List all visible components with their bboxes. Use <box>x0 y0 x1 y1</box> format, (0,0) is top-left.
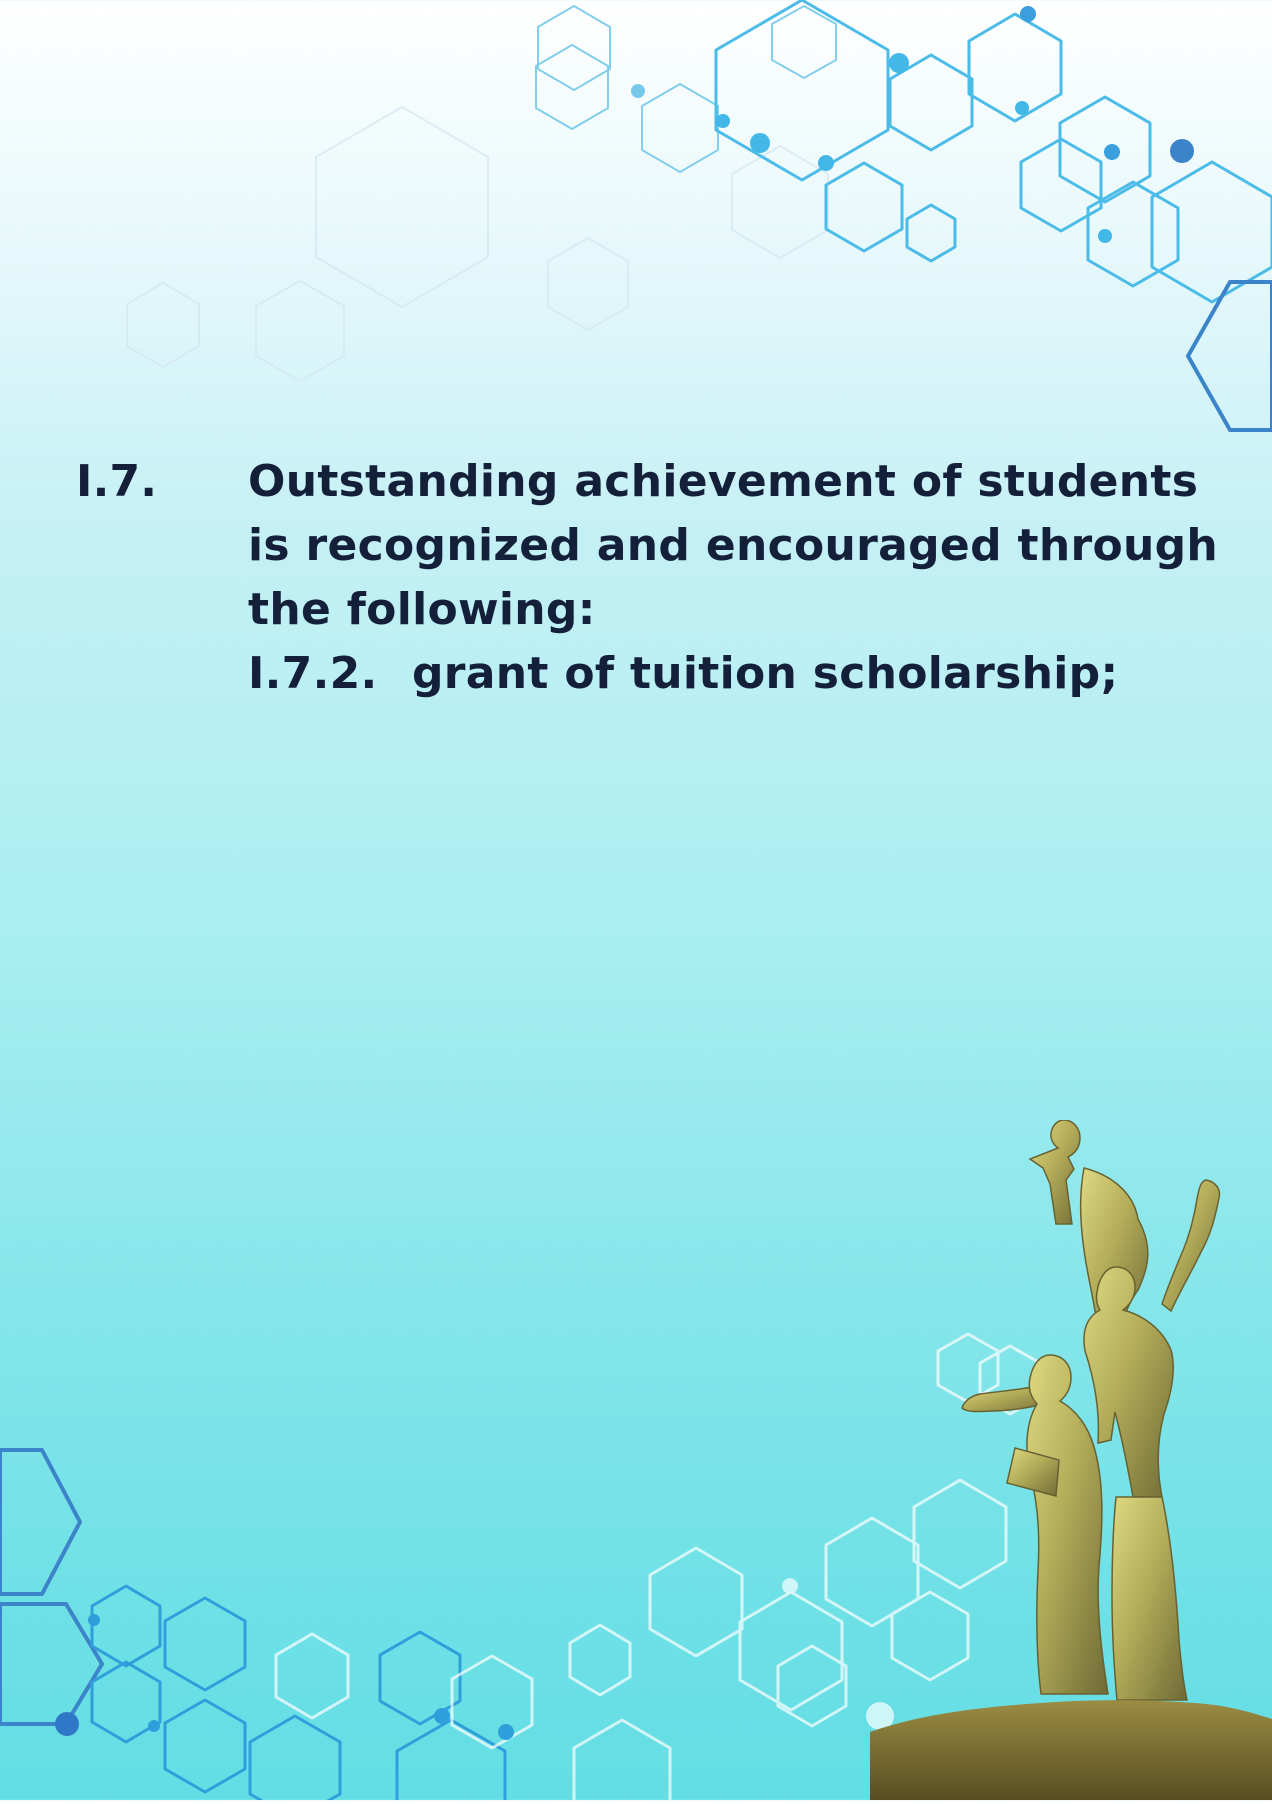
subitem-number: I.7.2. <box>248 648 378 699</box>
section-number: I.7. <box>76 456 158 507</box>
subitem-text: grant of tuition scholarship; <box>412 648 1119 699</box>
achievement-section: I.7. Outstanding achievement of students… <box>76 450 1218 706</box>
subitem: I.7.2. grant of tuition scholarship; <box>248 642 1228 706</box>
document-content: I.7. Outstanding achievement of students… <box>76 450 1218 706</box>
section-body: Outstanding achievement of students is r… <box>248 450 1228 706</box>
statue-illustration <box>870 1119 1272 1800</box>
section-text: Outstanding achievement of students is r… <box>248 456 1219 635</box>
